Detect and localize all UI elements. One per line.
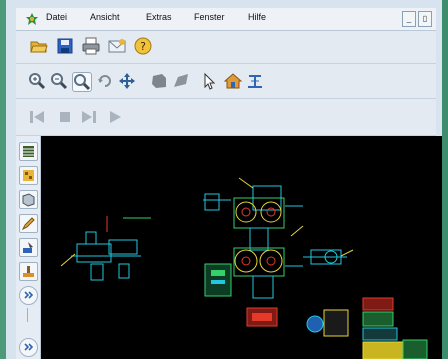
stamp-icon[interactable]: [19, 262, 38, 281]
menu-hilfe[interactable]: Hilfe: [248, 12, 266, 22]
annotation-leaders: [60, 177, 354, 267]
left-assembly: [71, 216, 151, 281]
first-frame-icon[interactable]: [28, 108, 46, 126]
zoom-window-icon[interactable]: [72, 72, 92, 92]
markup-icon[interactable]: [19, 238, 38, 257]
expand-icon-2[interactable]: [19, 338, 38, 357]
cad-drawing: [60, 177, 428, 359]
solid-view-icon[interactable]: [150, 72, 168, 90]
playback-toolbar: [16, 99, 436, 136]
app-window: Datei Ansicht Extras Fenster Hilfe _ ▯ ?: [0, 0, 448, 359]
file-toolbar: ?: [16, 31, 436, 64]
menu-fenster[interactable]: Fenster: [194, 12, 225, 22]
help-icon[interactable]: ?: [134, 37, 152, 55]
play-icon[interactable]: [106, 108, 124, 126]
open-folder-icon[interactable]: [30, 37, 48, 55]
menu-datei[interactable]: Datei: [46, 12, 67, 22]
expand-icon[interactable]: [19, 286, 38, 305]
maximize-button[interactable]: ▯: [418, 11, 432, 27]
model-tree-icon[interactable]: [19, 190, 38, 209]
menu-extras[interactable]: Extras: [146, 12, 172, 22]
print-icon[interactable]: [82, 37, 100, 55]
shaded-view-icon[interactable]: [172, 72, 190, 90]
save-icon[interactable]: [56, 37, 74, 55]
menu-bar: Datei Ansicht Extras Fenster Hilfe _ ▯: [16, 8, 436, 31]
right-assembly: [303, 249, 347, 265]
drawing-canvas[interactable]: [41, 136, 442, 359]
layers-icon[interactable]: [19, 142, 38, 161]
minimize-button[interactable]: _: [402, 11, 416, 27]
pan-icon[interactable]: [118, 72, 136, 90]
sidebar-divider: [27, 308, 28, 322]
app-logo-icon: [26, 13, 38, 25]
window-left-border: [0, 0, 6, 359]
window-controls: _ ▯: [402, 11, 432, 27]
zoom-in-icon[interactable]: [28, 72, 46, 90]
section-icon[interactable]: [246, 72, 264, 90]
select-pointer-icon[interactable]: [200, 72, 218, 90]
measure-pencil-icon[interactable]: [19, 214, 38, 233]
side-panel: [16, 136, 41, 359]
email-icon[interactable]: [108, 37, 126, 55]
properties-icon[interactable]: [19, 166, 38, 185]
menu-ansicht[interactable]: Ansicht: [90, 12, 120, 22]
stop-icon[interactable]: [56, 108, 74, 126]
detail-panels: [204, 263, 428, 359]
next-frame-icon[interactable]: [80, 108, 98, 126]
svg-text:?: ?: [140, 40, 146, 53]
view-toolbar: [16, 64, 436, 99]
window-right-border: [442, 0, 448, 359]
zoom-out-icon[interactable]: [50, 72, 68, 90]
home-view-icon[interactable]: [224, 72, 242, 90]
rotate-icon[interactable]: [96, 72, 114, 90]
